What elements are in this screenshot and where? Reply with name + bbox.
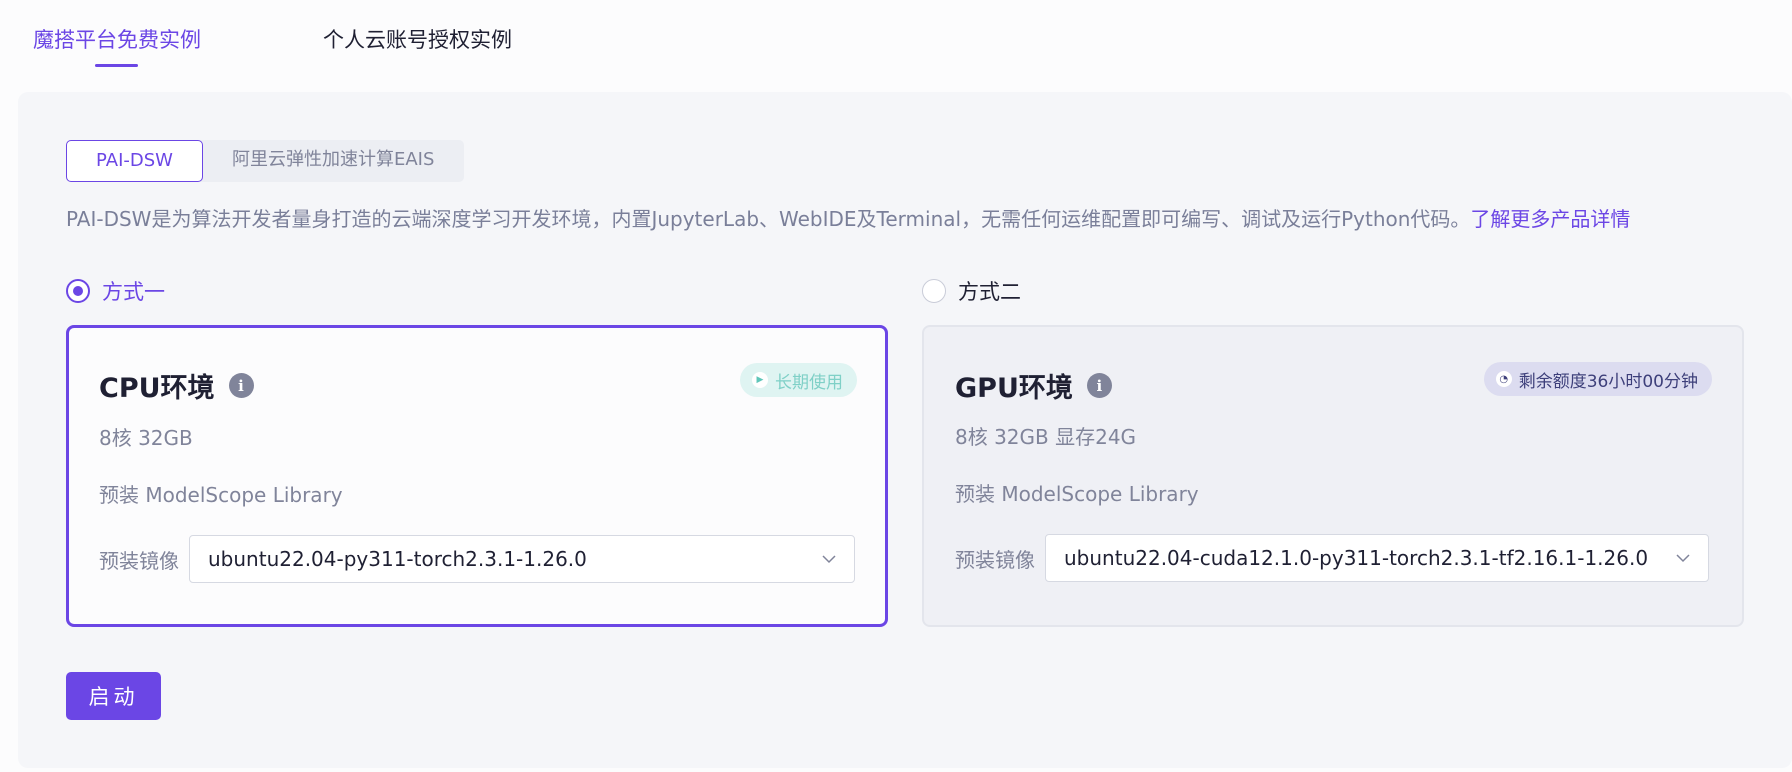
info-icon[interactable]: i <box>1086 373 1112 398</box>
tab-personal-cloud-account-instance[interactable]: 个人云账号授权实例 <box>323 26 512 54</box>
gpu-card-title: GPU环境 i <box>955 366 1112 405</box>
cpu-image-value: ubuntu22.04-py311-torch2.3.1-1.26.0 <box>208 547 587 571</box>
play-icon: ▶ <box>752 372 768 388</box>
gpu-environment-card[interactable]: GPU环境 i ◔ 剩余额度36小时00分钟 8核 32GB 显存24G 预装 … <box>922 325 1744 627</box>
instance-panel: PAI-DSW 阿里云弹性加速计算EAIS PAI-DSW是为算法开发者量身打造… <box>18 92 1792 768</box>
active-tab-indicator <box>95 64 138 67</box>
top-tab-bar: 魔搭平台免费实例 个人云账号授权实例 <box>0 0 1792 92</box>
info-icon[interactable]: i <box>228 373 254 398</box>
cpu-card-title: CPU环境 i <box>99 366 254 405</box>
gpu-image-select[interactable]: ubuntu22.04-cuda12.1.0-py311-torch2.3.1-… <box>1045 534 1709 582</box>
option-one-radio[interactable] <box>66 279 90 303</box>
start-button[interactable]: 启动 <box>66 672 161 720</box>
gpu-spec: 8核 32GB 显存24G <box>955 425 1137 449</box>
tab-modelscope-free-instance[interactable]: 魔搭平台免费实例 <box>33 26 201 54</box>
gpu-image-row: 预装镜像 ubuntu22.04-cuda12.1.0-py311-torch2… <box>955 534 1709 582</box>
gpu-image-label: 预装镜像 <box>955 547 1035 572</box>
gpu-preinstall: 预装 ModelScope Library <box>955 482 1199 506</box>
option-two-radio[interactable] <box>922 279 946 303</box>
product-description: PAI-DSW是为算法开发者量身打造的云端深度学习开发环境，内置JupyterL… <box>66 204 1630 234</box>
option-two-label: 方式二 <box>958 280 1021 304</box>
option-one-label: 方式一 <box>102 280 165 304</box>
long-term-badge-text: 长期使用 <box>775 372 843 393</box>
cpu-image-label: 预装镜像 <box>99 548 179 573</box>
cpu-environment-card[interactable]: CPU环境 i ▶ 长期使用 8核 32GB 预装 ModelScope Lib… <box>66 325 888 627</box>
gpu-image-value: ubuntu22.04-cuda12.1.0-py311-torch2.3.1-… <box>1064 546 1649 570</box>
remaining-quota-badge: ◔ 剩余额度36小时00分钟 <box>1483 362 1712 396</box>
chevron-down-icon <box>1676 554 1690 563</box>
option-two-radio-row[interactable]: 方式二 <box>922 276 1021 306</box>
learn-more-link[interactable]: 了解更多产品详情 <box>1470 207 1630 231</box>
cpu-image-select[interactable]: ubuntu22.04-py311-torch2.3.1-1.26.0 <box>189 535 855 583</box>
tab-pai-dsw[interactable]: PAI-DSW <box>66 140 203 182</box>
clock-icon: ◔ <box>1495 371 1512 387</box>
long-term-badge: ▶ 长期使用 <box>740 363 857 397</box>
product-tabs: PAI-DSW 阿里云弹性加速计算EAIS <box>66 140 465 182</box>
description-text: PAI-DSW是为算法开发者量身打造的云端深度学习开发环境，内置JupyterL… <box>66 207 1471 231</box>
option-one-radio-row[interactable]: 方式一 <box>66 276 165 306</box>
chevron-down-icon <box>822 555 836 564</box>
cpu-card-title-text: CPU环境 <box>99 373 215 404</box>
gpu-card-title-text: GPU环境 <box>955 373 1073 404</box>
tab-eais[interactable]: 阿里云弹性加速计算EAIS <box>203 140 464 182</box>
remaining-quota-text: 剩余额度36小时00分钟 <box>1518 371 1698 392</box>
cpu-image-row: 预装镜像 ubuntu22.04-py311-torch2.3.1-1.26.0 <box>99 535 855 583</box>
cpu-preinstall: 预装 ModelScope Library <box>99 483 343 507</box>
cpu-spec: 8核 32GB <box>99 426 193 450</box>
